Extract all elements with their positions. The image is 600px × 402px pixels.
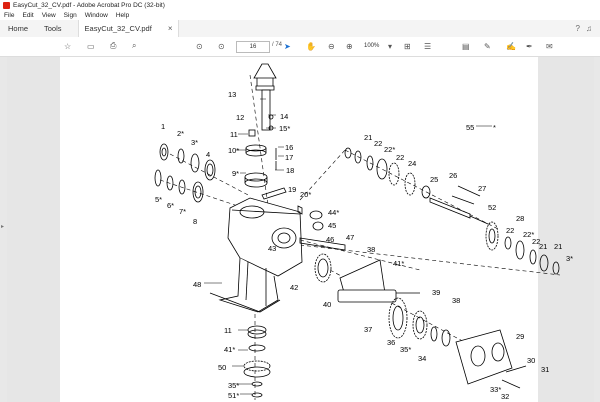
- chevron-right-icon[interactable]: ▸: [1, 223, 4, 230]
- toolbar: ☆ ▭ ⎙ ⌕ ⊙ ⊙ 16 / 74 ➤ ✋ ⊖ ⊕ 100% ▾ ⊞ ☰ ▤…: [0, 37, 600, 57]
- comment-icon[interactable]: ▤: [462, 40, 470, 52]
- page-number-input[interactable]: 16: [236, 41, 270, 53]
- highlight-icon[interactable]: ✎: [484, 40, 491, 52]
- sign-icon[interactable]: ✒: [526, 40, 533, 52]
- tab-document[interactable]: EasyCut_32_CV.pdf ×: [77, 20, 180, 37]
- bookmark-icon[interactable]: ☆: [64, 40, 71, 52]
- pdf-page: [60, 57, 538, 402]
- scroll-mode-icon[interactable]: ☰: [424, 40, 431, 52]
- draw-icon[interactable]: ✍: [506, 40, 516, 52]
- menu-sign[interactable]: Sign: [64, 12, 77, 19]
- window-title: EasyCut_32_CV.pdf - Adobe Acrobat Pro DC…: [13, 1, 165, 9]
- zoom-in-icon[interactable]: ⊕: [346, 40, 353, 52]
- title-bar: EasyCut_32_CV.pdf - Adobe Acrobat Pro DC…: [0, 0, 600, 10]
- prev-page-icon[interactable]: ⊙: [196, 40, 203, 52]
- left-panel-handle[interactable]: ▸: [0, 57, 7, 402]
- share-icon[interactable]: ✉: [546, 40, 553, 52]
- menu-bar: File Edit View Sign Window Help: [0, 10, 600, 20]
- fit-page-icon[interactable]: ⊞: [404, 40, 411, 52]
- acrobat-logo-icon: [3, 1, 10, 9]
- search-icon[interactable]: ⌕: [132, 40, 136, 52]
- zoom-out-icon[interactable]: ⊖: [328, 40, 335, 52]
- menu-view[interactable]: View: [42, 12, 56, 19]
- save-icon[interactable]: ▭: [87, 40, 95, 52]
- print-icon[interactable]: ⎙: [110, 40, 116, 52]
- hand-tool-icon[interactable]: ✋: [306, 40, 316, 52]
- right-panel-handle[interactable]: [594, 57, 600, 402]
- tab-bar: Home Tools EasyCut_32_CV.pdf × ? ♫: [0, 20, 600, 38]
- select-cursor-icon[interactable]: ➤: [284, 40, 291, 52]
- chevron-down-icon[interactable]: ▾: [388, 40, 392, 52]
- close-icon[interactable]: ×: [168, 24, 173, 33]
- bell-icon[interactable]: ♫: [586, 24, 592, 33]
- tab-bar-right: ? ♫: [576, 20, 600, 37]
- tab-document-label: EasyCut_32_CV.pdf: [84, 24, 152, 33]
- menu-edit[interactable]: Edit: [22, 12, 33, 19]
- tab-tools[interactable]: Tools: [36, 20, 70, 37]
- tab-home[interactable]: Home: [0, 20, 36, 37]
- zoom-level[interactable]: 100%: [364, 41, 386, 51]
- help-icon[interactable]: ?: [576, 24, 580, 33]
- menu-help[interactable]: Help: [116, 12, 129, 19]
- menu-window[interactable]: Window: [85, 12, 108, 19]
- page-total: / 74: [272, 42, 283, 48]
- menu-file[interactable]: File: [4, 12, 14, 19]
- next-page-icon[interactable]: ⊙: [218, 40, 225, 52]
